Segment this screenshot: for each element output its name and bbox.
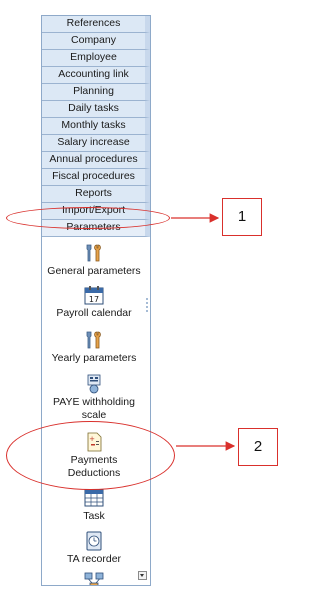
menu-item-fiscal-procedures[interactable]: Fiscal procedures [42, 169, 150, 186]
menu-item-salary-increase[interactable]: Salary increase [42, 135, 150, 152]
wrench-tools-icon [86, 331, 101, 349]
menu-item-accounting-link[interactable]: Accounting link [42, 67, 150, 84]
tool-task[interactable]: Task [42, 488, 146, 523]
screenshot-stage: References Company Employee Accounting l… [0, 0, 288, 597]
tool-payroll-calendar[interactable]: 17 Payroll calendar [42, 285, 146, 320]
tool-label: Yearly parameters [51, 352, 137, 364]
scroll-down-arrow-icon[interactable] [138, 571, 147, 580]
time-recorder-icon [86, 531, 102, 551]
menu-item-reports[interactable]: Reports [42, 186, 150, 203]
callout-box-1: 1 [222, 198, 262, 236]
tool-yearly-parameters[interactable]: Yearly parameters [42, 330, 146, 365]
network-icon [84, 572, 104, 585]
tool-ta-recorder[interactable]: TA recorder [42, 531, 146, 566]
scale-document-icon [87, 374, 101, 394]
menu-item-company[interactable]: Company [42, 33, 150, 50]
task-grid-icon [84, 489, 104, 507]
tool-paye-withholding-scale[interactable]: PAYE withholding scale [42, 374, 146, 422]
svg-text:17: 17 [89, 295, 99, 304]
calendar-icon: 17 [84, 286, 104, 305]
menu-item-daily-tasks[interactable]: Daily tasks [42, 101, 150, 118]
menu-item-annual-procedures[interactable]: Annual procedures [42, 152, 150, 169]
tool-label: General parameters [47, 265, 141, 277]
menu-item-planning[interactable]: Planning [42, 84, 150, 101]
splitter-grip[interactable] [145, 297, 149, 313]
callout-box-2: 2 [238, 428, 278, 466]
highlight-ellipse-payments [6, 421, 175, 490]
tool-label: PAYE withholding [53, 396, 135, 408]
tool-label: TA recorder [66, 553, 122, 565]
menu-item-references[interactable]: References [42, 16, 150, 33]
tool-network[interactable] [42, 571, 146, 585]
tool-label: Task [83, 510, 105, 522]
module-menu: References Company Employee Accounting l… [42, 16, 150, 237]
menu-item-monthly-tasks[interactable]: Monthly tasks [42, 118, 150, 135]
tool-general-parameters[interactable]: General parameters [42, 243, 146, 278]
wrench-tools-icon [86, 244, 101, 262]
highlight-ellipse-parameters [6, 207, 170, 229]
menu-item-employee[interactable]: Employee [42, 50, 150, 67]
tool-label: Payroll calendar [56, 307, 132, 319]
navigation-panel: References Company Employee Accounting l… [41, 15, 151, 586]
